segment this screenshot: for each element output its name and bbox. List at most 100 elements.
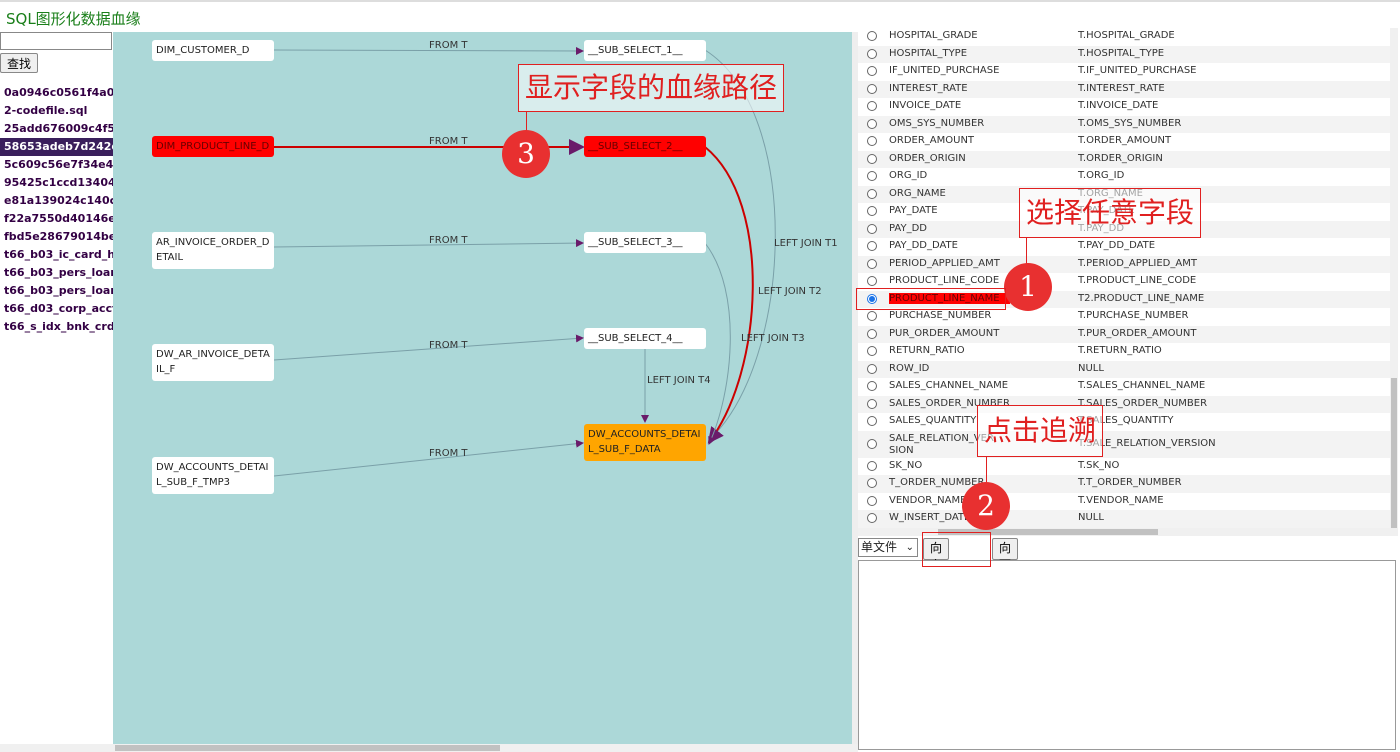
trace-output-area[interactable] [858, 560, 1396, 750]
annotation-step-1: 1 [1004, 263, 1052, 311]
field-row[interactable]: HOSPITAL_GRADE T.HOSPITAL_GRADE [858, 28, 1390, 46]
field-row[interactable]: SALES_CHANNEL_NAME T.SALES_CHANNEL_NAME [858, 378, 1390, 396]
bottom-scrollbar[interactable] [0, 744, 858, 752]
field-radio[interactable] [867, 363, 877, 374]
field-radio[interactable] [867, 381, 877, 391]
field-name: ROW_ID [889, 362, 930, 374]
field-name: ORG_ID [889, 170, 928, 181]
node-sub-select-2[interactable]: __SUB_SELECT_2__ [584, 136, 706, 157]
field-radio[interactable] [867, 328, 877, 339]
file-list-item[interactable]: t66_b03_pers_loan_ [0, 264, 113, 282]
field-radio[interactable] [867, 153, 877, 164]
file-list-item[interactable]: t66_s_idx_bnk_crd_ [0, 318, 113, 336]
node-target-table[interactable]: DW_ACCOUNTS_DETAIL_SUB_F_DATA [584, 424, 706, 461]
field-row[interactable]: PAY_DD_DATE T.PAY_DD_DATE [858, 238, 1390, 256]
field-row[interactable]: W_INSERT_DATE NULL [858, 510, 1390, 528]
file-list-item[interactable]: fbd5e28679014be09a [0, 228, 113, 246]
field-row[interactable]: OMS_SYS_NUMBER T.OMS_SYS_NUMBER [858, 115, 1390, 133]
field-radio[interactable] [867, 495, 877, 506]
node-sub-select-3[interactable]: __SUB_SELECT_3__ [584, 232, 706, 253]
field-radio[interactable] [867, 48, 877, 59]
field-radio[interactable] [867, 241, 877, 251]
node-dim-customer[interactable]: DIM_CUSTOMER_D [152, 40, 274, 61]
field-row[interactable]: SK_NO T.SK_NO [858, 458, 1390, 476]
file-list-item[interactable]: t66_b03_pers_loan_ [0, 282, 113, 300]
field-radio[interactable] [867, 276, 877, 286]
field-name: OMS_SYS_NUMBER [889, 117, 985, 129]
bottom-scrollbar-thumb[interactable] [115, 745, 500, 751]
field-row[interactable]: VENDOR_NAME T.VENDOR_NAME [858, 493, 1390, 511]
file-list-item[interactable]: t66_d03_corp_acct_ [0, 300, 113, 318]
field-list-scrollbar[interactable] [1390, 28, 1398, 536]
field-expression: T.T_ORDER_NUMBER [1078, 477, 1182, 488]
file-list-item[interactable]: 25add676009c4f5cbe [0, 120, 113, 138]
field-radio[interactable] [867, 478, 877, 488]
field-name: INTEREST_RATE [889, 82, 968, 94]
field-radio[interactable] [867, 460, 877, 471]
field-name: PURCHASE_NUMBER [889, 310, 992, 321]
file-list-item[interactable]: 0a0946c0561f4a09a4 [0, 84, 113, 102]
field-radio[interactable] [867, 223, 877, 234]
mode-select[interactable]: 单文件 ⌄ [858, 538, 918, 557]
node-dim-product-line[interactable]: DIM_PRODUCT_LINE_D [152, 136, 274, 157]
field-expression: T.HOSPITAL_TYPE [1078, 47, 1165, 59]
field-row[interactable]: ROW_ID NULL [858, 360, 1390, 378]
field-row[interactable]: PURCHASE_NUMBER T.PURCHASE_NUMBER [858, 308, 1390, 326]
field-expression: T.INVOICE_DATE [1078, 100, 1159, 111]
annotation-click-trace: 点击追溯 [977, 405, 1104, 457]
field-row[interactable]: INVOICE_DATE T.INVOICE_DATE [858, 98, 1390, 116]
search-input[interactable] [0, 32, 112, 50]
field-name: PERIOD_APPLIED_AMT [889, 257, 1000, 269]
field-row[interactable]: SALE_RELATION_VERSION T.SALE_RELATION_VER… [858, 430, 1390, 458]
search-button[interactable]: 查找 [0, 53, 39, 73]
field-radio[interactable] [867, 311, 877, 321]
field-row[interactable]: T_ORDER_NUMBER T.T_ORDER_NUMBER [858, 475, 1390, 493]
field-row[interactable]: HOSPITAL_TYPE T.HOSPITAL_TYPE [858, 45, 1390, 63]
field-row[interactable]: RETURN_RATIO T.RETURN_RATIO [858, 343, 1390, 361]
file-list-item[interactable]: 58653adeb7d242dc8 [0, 138, 113, 156]
field-radio[interactable] [867, 66, 877, 76]
field-row[interactable]: PUR_ORDER_AMOUNT T.PUR_ORDER_AMOUNT [858, 325, 1390, 343]
field-row[interactable]: SALES_ORDER_NUMBER T.SALES_ORDER_NUMBER [858, 395, 1390, 413]
file-list-item[interactable]: 5c609c56e7f34e4cb0 [0, 156, 113, 174]
field-radio[interactable] [867, 258, 877, 269]
file-list-item[interactable]: 95425c1ccd134041a [0, 174, 113, 192]
field-radio[interactable] [867, 206, 877, 216]
node-dw-accounts-tmp3[interactable]: DW_ACCOUNTS_DETAIL_SUB_F_TMP3 [152, 457, 274, 494]
field-radio[interactable] [867, 346, 877, 356]
field-expression: T.INTEREST_RATE [1078, 82, 1165, 94]
field-row[interactable]: INTEREST_RATE T.INTEREST_RATE [858, 80, 1390, 98]
field-row[interactable]: PERIOD_APPLIED_AMT T.PERIOD_APPLIED_AMT [858, 255, 1390, 273]
field-radio[interactable] [867, 188, 877, 199]
field-row[interactable]: IF_UNITED_PURCHASE T.IF_UNITED_PURCHASE [858, 63, 1390, 81]
field-radio[interactable] [867, 83, 877, 94]
file-list-item[interactable]: f22a7550d40146e69c [0, 210, 113, 228]
field-radio[interactable] [867, 171, 877, 181]
field-radio[interactable] [867, 438, 877, 449]
field-radio[interactable] [867, 31, 877, 41]
field-name: PUR_ORDER_AMOUNT [889, 327, 1000, 339]
edge-label-from-t-1: FROM T [429, 40, 468, 51]
file-list-item[interactable]: 2-codefile.sql [0, 102, 113, 120]
field-row[interactable]: ORDER_AMOUNT T.ORDER_AMOUNT [858, 133, 1390, 151]
field-radio[interactable] [867, 513, 877, 523]
lineage-canvas[interactable]: DIM_CUSTOMER_D DIM_PRODUCT_LINE_D AR_INV… [113, 32, 852, 744]
field-row[interactable]: ORG_ID T.ORG_ID [858, 168, 1390, 186]
field-name: SK_NO [889, 459, 923, 471]
node-dw-ar-invoice-detail[interactable]: DW_AR_INVOICE_DETAIL_F [152, 344, 274, 381]
file-list-item[interactable]: e81a139024c140ceb [0, 192, 113, 210]
node-sub-select-4[interactable]: __SUB_SELECT_4__ [584, 328, 706, 349]
field-radio[interactable] [867, 101, 877, 111]
field-list-scrollbar-thumb[interactable] [1391, 378, 1397, 528]
field-radio[interactable] [867, 136, 877, 146]
node-ar-invoice-order-detail[interactable]: AR_INVOICE_ORDER_DETAIL [152, 232, 274, 269]
field-radio[interactable] [867, 398, 877, 409]
field-radio[interactable] [867, 118, 877, 129]
field-row[interactable]: SALES_QUANTITY T.SALES_QUANTITY [858, 413, 1390, 431]
trace-down-button[interactable]: 向下追溯 [992, 538, 1019, 606]
file-list-item[interactable]: t66_b03_ic_card_h_ [0, 246, 113, 264]
field-expression: T.ORG_ID [1078, 170, 1125, 181]
field-row[interactable]: ORDER_ORIGIN T.ORDER_ORIGIN [858, 150, 1390, 168]
field-radio[interactable] [867, 416, 877, 426]
node-sub-select-1[interactable]: __SUB_SELECT_1__ [584, 40, 706, 61]
